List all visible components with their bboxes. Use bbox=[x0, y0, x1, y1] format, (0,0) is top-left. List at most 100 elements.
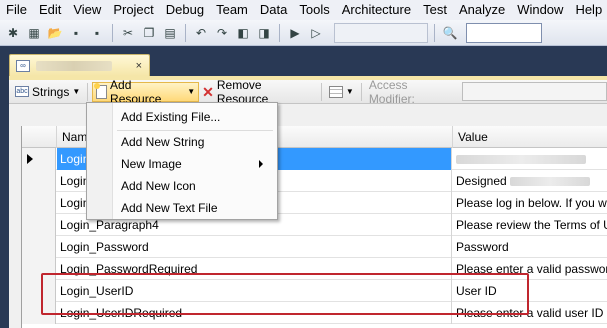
table-row[interactable]: Login_UserIDRequired Please enter a vali… bbox=[22, 302, 607, 324]
abc-icon: abc bbox=[15, 86, 29, 97]
cell-name-text: Login_UserID bbox=[60, 284, 134, 298]
remove-x-icon: ✕ bbox=[202, 83, 214, 100]
menu-bar: File Edit View Project Debug Team Data T… bbox=[0, 0, 607, 20]
current-row-arrow-icon bbox=[27, 154, 33, 164]
table-row[interactable]: Login_PasswordRequired Please enter a va… bbox=[22, 258, 607, 280]
cell-name[interactable]: Login_UserID bbox=[57, 280, 452, 302]
cell-name[interactable]: Login_PasswordRequired bbox=[57, 258, 452, 280]
table-row[interactable]: Login_Password Password bbox=[22, 236, 607, 258]
cell-name-text: Login bbox=[60, 174, 90, 188]
navigate-forward-icon[interactable]: ◨ bbox=[255, 24, 273, 42]
row-header[interactable] bbox=[22, 148, 56, 170]
access-modifier-select[interactable] bbox=[462, 82, 607, 101]
cell-value-text: Please log in below. If you wo bbox=[456, 196, 607, 210]
row-header[interactable] bbox=[22, 192, 56, 214]
cell-name[interactable]: Login_UserIDRequired bbox=[57, 302, 452, 324]
chevron-down-icon: ▼ bbox=[72, 87, 81, 96]
menu-item-new-image-label: New Image bbox=[121, 157, 182, 171]
menu-item-add-new-string[interactable]: Add New String bbox=[121, 132, 271, 152]
menu-debug[interactable]: Debug bbox=[160, 0, 210, 20]
menu-item-add-existing-file[interactable]: Add Existing File... bbox=[121, 107, 271, 127]
cut-icon[interactable]: ✂ bbox=[119, 24, 137, 42]
redacted-text bbox=[510, 177, 591, 187]
toolbar-separator bbox=[279, 23, 280, 42]
editor-toolbar-separator bbox=[320, 82, 322, 101]
add-resource-menu: Add Existing File... Add New String New … bbox=[86, 102, 278, 220]
menu-separator bbox=[117, 130, 273, 131]
cell-value[interactable]: Designed bbox=[453, 170, 607, 192]
navigate-backward-icon[interactable]: ◧ bbox=[234, 24, 252, 42]
cell-name-text: Login bbox=[60, 152, 90, 166]
add-resource-button[interactable]: Add Resource ▼ bbox=[92, 78, 200, 106]
row-header[interactable] bbox=[22, 258, 56, 280]
cell-name-text: Login_UserIDRequired bbox=[60, 306, 183, 320]
find-input[interactable] bbox=[466, 22, 542, 43]
cell-value[interactable]: Please enter a valid user ID bbox=[453, 302, 607, 324]
cell-name-text: Login bbox=[60, 196, 90, 210]
cell-name[interactable]: Login_Password bbox=[57, 236, 452, 258]
find-in-files-icon[interactable]: 🔍 bbox=[441, 24, 459, 42]
solution-configuration-combo[interactable] bbox=[334, 22, 428, 43]
redacted-text bbox=[456, 155, 586, 165]
row-header[interactable] bbox=[22, 302, 56, 324]
chevron-down-icon: ▼ bbox=[345, 87, 354, 96]
close-tab-icon[interactable]: × bbox=[136, 60, 142, 72]
new-project-icon[interactable]: ✱ bbox=[4, 24, 22, 42]
resource-editor-toolbar: abc Strings ▼ Add Resource ▼ ✕ Remove Re… bbox=[9, 78, 607, 106]
menu-architecture[interactable]: Architecture bbox=[336, 0, 417, 20]
add-item-icon[interactable]: ▦ bbox=[25, 24, 43, 42]
row-header[interactable] bbox=[22, 280, 56, 302]
row-header[interactable] bbox=[22, 236, 56, 258]
copy-icon[interactable]: ❐ bbox=[140, 24, 158, 42]
table-row[interactable]: Login_UserID User ID bbox=[22, 280, 607, 302]
strings-label: Strings bbox=[32, 84, 70, 99]
menu-analyze[interactable]: Analyze bbox=[453, 0, 511, 20]
cell-value[interactable]: User ID bbox=[453, 280, 607, 302]
menu-data[interactable]: Data bbox=[254, 0, 293, 20]
toolbar-separator bbox=[112, 23, 113, 42]
resource-file-icon: ∞ bbox=[16, 59, 30, 72]
cell-value[interactable]: Please review the Terms of Us bbox=[453, 214, 607, 236]
cell-value[interactable]: Please log in below. If you wo bbox=[453, 192, 607, 214]
document-tab[interactable]: ∞ × bbox=[9, 54, 150, 76]
menu-view[interactable]: View bbox=[67, 0, 107, 20]
menu-test[interactable]: Test bbox=[417, 0, 453, 20]
menu-item-add-new-text-file[interactable]: Add New Text File bbox=[121, 198, 271, 218]
menu-window[interactable]: Window bbox=[511, 0, 569, 20]
cell-name-text: Login_PasswordRequired bbox=[60, 262, 198, 276]
undo-icon[interactable]: ↶ bbox=[192, 24, 210, 42]
editor-toolbar-separator bbox=[87, 82, 89, 101]
menu-team[interactable]: Team bbox=[210, 0, 254, 20]
main-toolbar: ✱ ▦ 📂 ▪ ▪ ✂ ❐ ▤ ↶ ↷ ◧ ◨ ▶ ▷ 🔍 bbox=[0, 20, 607, 46]
menu-project[interactable]: Project bbox=[107, 0, 159, 20]
step-icon[interactable]: ▷ bbox=[307, 24, 325, 42]
menu-help[interactable]: Help bbox=[569, 0, 607, 20]
remove-resource-button[interactable]: ✕ Remove Resource bbox=[199, 78, 317, 106]
redo-icon[interactable]: ↷ bbox=[213, 24, 231, 42]
menu-item-add-new-icon[interactable]: Add New Icon bbox=[121, 176, 271, 196]
view-dropdown-button[interactable]: ▼ bbox=[326, 82, 357, 102]
open-folder-icon[interactable]: 📂 bbox=[46, 24, 64, 42]
submenu-arrow-icon bbox=[259, 160, 263, 168]
cell-value-text: Please enter a valid user ID bbox=[456, 306, 604, 320]
save-icon[interactable]: ▪ bbox=[67, 24, 85, 42]
cell-name-text: Login_Password bbox=[60, 240, 149, 254]
menu-file[interactable]: File bbox=[0, 0, 33, 20]
cell-value[interactable] bbox=[453, 148, 607, 170]
cell-value-text: Please enter a valid password bbox=[456, 262, 607, 276]
paste-icon[interactable]: ▤ bbox=[161, 24, 179, 42]
save-all-icon[interactable]: ▪ bbox=[88, 24, 106, 42]
cell-value[interactable]: Password bbox=[453, 236, 607, 258]
column-header-value[interactable]: Value bbox=[453, 126, 607, 148]
menu-item-new-image[interactable]: New Image bbox=[121, 154, 271, 174]
row-header[interactable] bbox=[22, 170, 56, 192]
strings-dropdown-button[interactable]: abc Strings ▼ bbox=[12, 82, 83, 102]
start-debugging-icon[interactable]: ▶ bbox=[286, 24, 304, 42]
menu-tools[interactable]: Tools bbox=[293, 0, 335, 20]
cell-value[interactable]: Please enter a valid password bbox=[453, 258, 607, 280]
row-header[interactable] bbox=[22, 214, 56, 236]
cell-value-text: Password bbox=[456, 240, 509, 254]
document-tab-title bbox=[36, 60, 112, 71]
menu-edit[interactable]: Edit bbox=[33, 0, 67, 20]
toolbar-separator bbox=[434, 23, 435, 42]
